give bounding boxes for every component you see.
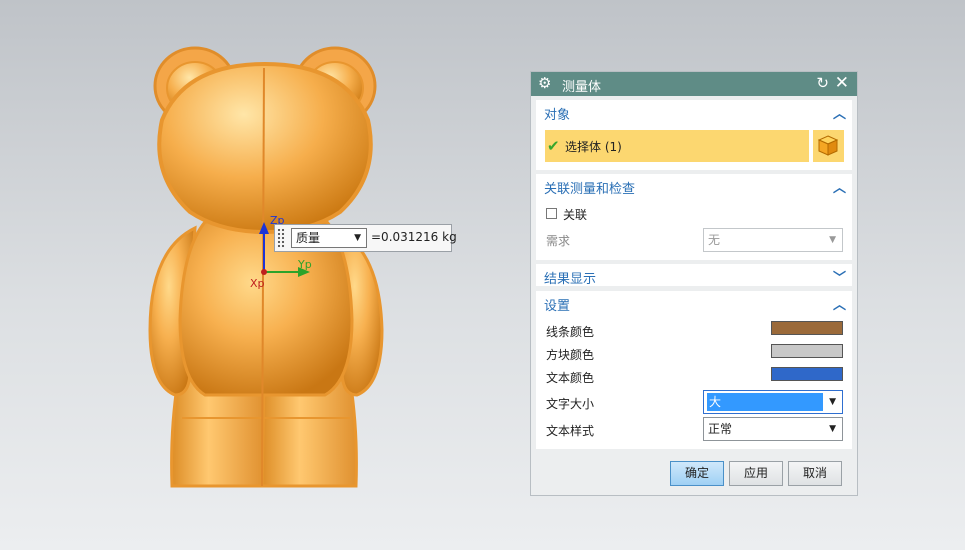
- section-results-label: 结果显示: [544, 272, 597, 287]
- text-size-select[interactable]: 大 ▼: [703, 390, 843, 414]
- section-object-label: 对象: [544, 108, 571, 123]
- dropdown-arrow-icon: ▼: [829, 397, 836, 407]
- line-color-label: 线条颜色: [546, 325, 595, 339]
- select-body-row[interactable]: ✔ 选择体 (1): [545, 130, 809, 162]
- requirement-label: 需求: [546, 234, 571, 248]
- measure-type-select[interactable]: 质量 ▼: [291, 228, 367, 248]
- text-size-label: 文字大小: [546, 397, 595, 411]
- chevron-down-icon[interactable]: ﹀: [833, 267, 846, 286]
- section-associative: 关联测量和检查 ︿ 关联 需求 无 ▼: [536, 174, 852, 260]
- associative-checkbox[interactable]: [546, 208, 557, 219]
- close-icon[interactable]: ✕: [835, 73, 849, 93]
- cancel-button[interactable]: 取消: [788, 461, 842, 486]
- measure-body-dialog: ⚙ 测量体 ↻ ✕ 对象 ︿ ✔ 选择体 (1) 关联测量和检查 ︿ 关联 需求…: [530, 71, 858, 496]
- line-color-swatch[interactable]: [771, 321, 843, 335]
- block-color-label: 方块颜色: [546, 348, 595, 362]
- dropdown-arrow-icon: ▼: [829, 235, 836, 245]
- section-results: 结果显示 ﹀: [536, 264, 852, 288]
- associative-label: 关联: [563, 208, 588, 222]
- bear-model[interactable]: Zp Yp Xp: [0, 0, 530, 550]
- ok-button[interactable]: 确定: [670, 461, 724, 486]
- text-style-select[interactable]: 正常 ▼: [703, 417, 843, 441]
- apply-button[interactable]: 应用: [729, 461, 783, 486]
- requirement-select[interactable]: 无 ▼: [703, 228, 843, 252]
- chevron-up-icon[interactable]: ︿: [833, 177, 846, 196]
- section-associative-label: 关联测量和检查: [544, 182, 636, 197]
- text-size-value: 大: [707, 393, 823, 411]
- section-settings-label: 设置: [544, 299, 571, 314]
- dialog-titlebar[interactable]: ⚙ 测量体 ↻ ✕: [531, 72, 857, 96]
- axis-x-label: Xp: [250, 277, 265, 290]
- requirement-value: 无: [708, 233, 721, 247]
- checkmark-icon: ✔: [547, 137, 560, 155]
- text-style-label: 文本样式: [546, 424, 595, 438]
- axis-y-label: Yp: [297, 258, 312, 271]
- measure-value: =0.031216 kg: [371, 230, 457, 244]
- reset-icon[interactable]: ↻: [816, 74, 829, 92]
- chevron-up-icon[interactable]: ︿: [833, 294, 846, 313]
- section-results-header[interactable]: 结果显示 ﹀: [536, 264, 852, 288]
- bear-head: [157, 61, 373, 235]
- measure-callout[interactable]: 质量 ▼ =0.031216 kg: [274, 224, 457, 252]
- gear-icon[interactable]: ⚙: [538, 75, 551, 91]
- cube-icon: [817, 135, 839, 156]
- section-settings-header[interactable]: 设置 ︿: [536, 291, 852, 315]
- text-color-swatch[interactable]: [771, 367, 843, 381]
- text-style-value: 正常: [708, 422, 733, 436]
- section-object-header[interactable]: 对象 ︿: [536, 100, 852, 124]
- select-body-label: 选择体 (1): [565, 140, 622, 154]
- chevron-up-icon[interactable]: ︿: [833, 103, 846, 122]
- section-settings: 设置 ︿ 线条颜色 方块颜色 文本颜色 文字大小 大 ▼ 文本样式 正常 ▼: [536, 291, 852, 449]
- dialog-title: 测量体: [562, 80, 602, 95]
- dropdown-arrow-icon: ▼: [829, 424, 836, 434]
- text-color-label: 文本颜色: [546, 371, 595, 385]
- select-body-button[interactable]: [812, 130, 844, 162]
- section-object: 对象 ︿ ✔ 选择体 (1): [536, 100, 852, 170]
- block-color-swatch[interactable]: [771, 344, 843, 358]
- section-associative-header[interactable]: 关联测量和检查 ︿: [536, 174, 852, 198]
- measure-type-value: 质量: [296, 231, 321, 245]
- dropdown-arrow-icon: ▼: [354, 233, 361, 243]
- drag-handle-icon[interactable]: [277, 228, 285, 248]
